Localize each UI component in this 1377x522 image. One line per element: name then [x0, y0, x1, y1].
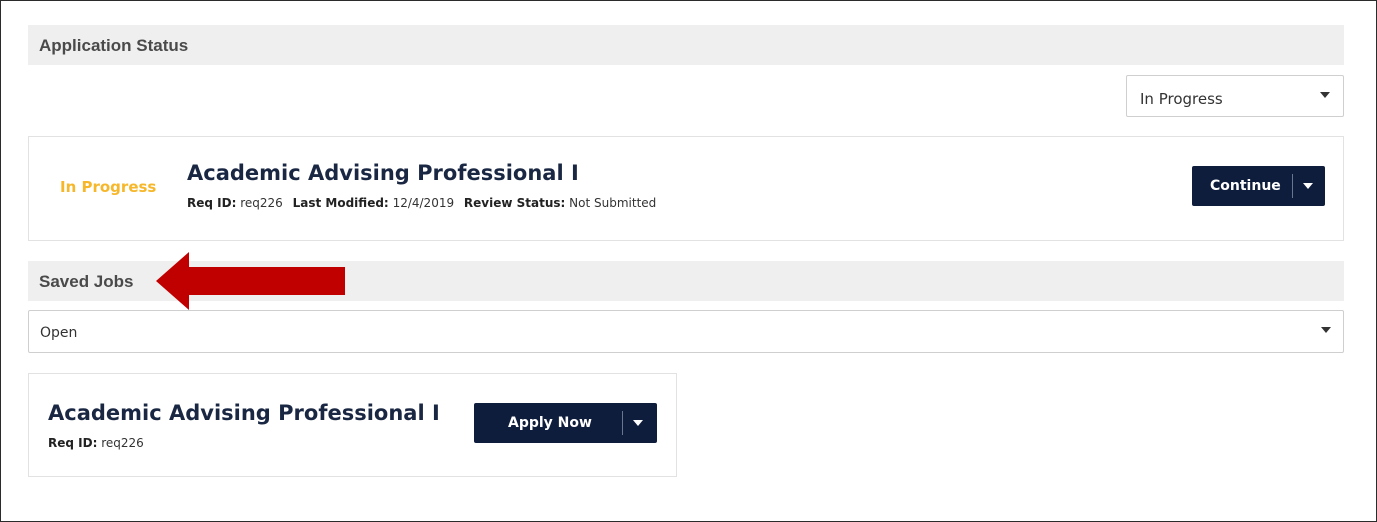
saved-job-title[interactable]: Academic Advising Professional I	[48, 401, 440, 425]
application-status-filter[interactable]: In Progress	[1126, 75, 1344, 117]
continue-split-button: Continue	[1192, 166, 1325, 206]
last-modified-value: 12/4/2019	[392, 196, 455, 210]
application-page: Application Status In Progress In Progre…	[0, 0, 1377, 522]
caret-down-icon	[1321, 327, 1331, 333]
application-job-meta: Req ID: req226 Last Modified: 12/4/2019 …	[187, 196, 656, 210]
saved-jobs-filter-value: Open	[40, 325, 78, 341]
apply-now-split-button: Apply Now	[474, 403, 657, 443]
review-status-value: Not Submitted	[569, 196, 657, 210]
continue-button[interactable]: Continue	[1210, 178, 1281, 194]
req-id-value: req226	[240, 196, 283, 210]
left-arrow-annotation	[156, 252, 345, 310]
saved-jobs-filter[interactable]: Open	[28, 310, 1344, 353]
req-id-label: Req ID:	[187, 196, 237, 210]
application-job-title[interactable]: Academic Advising Professional I	[187, 161, 579, 185]
application-status-title: Application Status	[39, 36, 189, 55]
req-id-label: Req ID:	[48, 436, 98, 450]
apply-now-button[interactable]: Apply Now	[508, 415, 592, 431]
review-status-label: Review Status:	[463, 196, 566, 210]
saved-job-card: Academic Advising Professional I Req ID:…	[28, 373, 677, 477]
caret-down-icon	[1320, 92, 1330, 98]
saved-job-meta: Req ID: req226	[48, 436, 144, 450]
caret-down-icon[interactable]	[633, 420, 643, 426]
saved-jobs-title: Saved Jobs	[39, 272, 134, 291]
application-card: In Progress Academic Advising Profession…	[28, 136, 1344, 241]
req-id-value: req226	[101, 436, 144, 450]
application-status-filter-value: In Progress	[1140, 90, 1223, 108]
application-status-badge: In Progress	[60, 178, 157, 196]
application-status-header: Application Status	[28, 25, 1344, 65]
last-modified-label: Last Modified:	[292, 196, 389, 210]
caret-down-icon[interactable]	[1303, 183, 1313, 189]
